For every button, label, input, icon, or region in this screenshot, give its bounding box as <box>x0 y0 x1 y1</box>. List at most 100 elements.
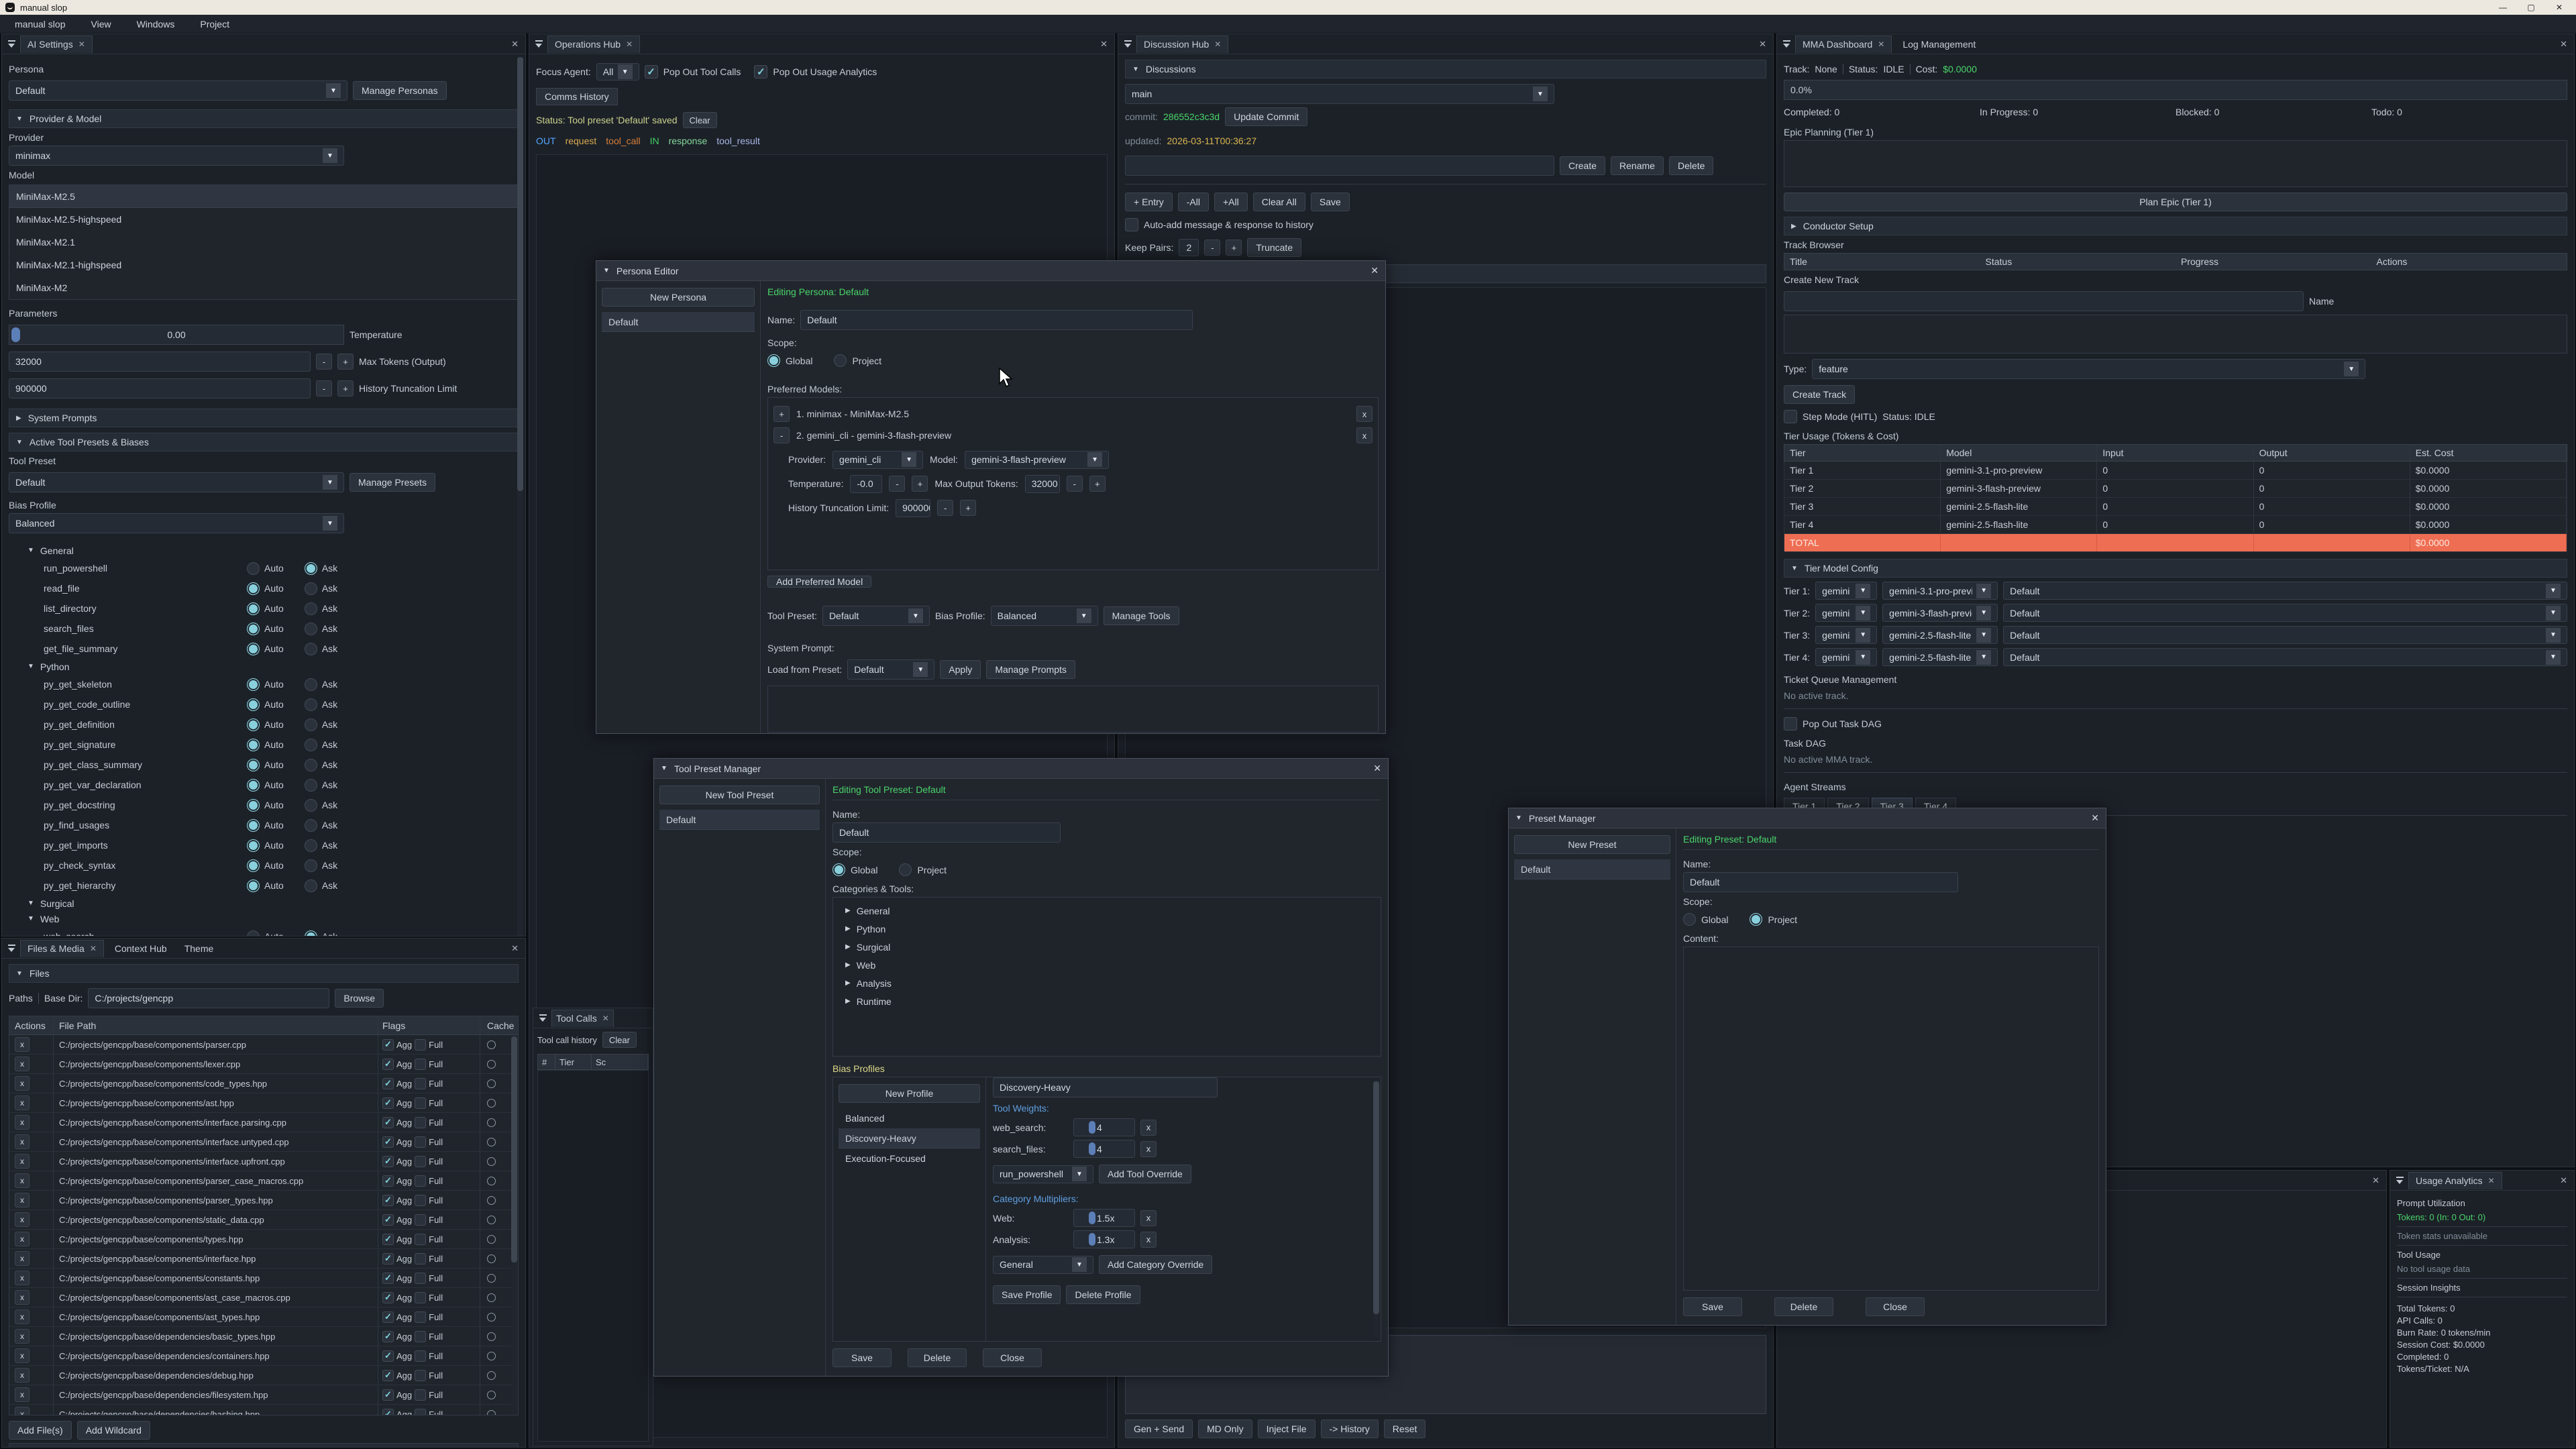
slider-handle[interactable] <box>11 327 20 342</box>
scope-global-radio[interactable] <box>1683 913 1696 926</box>
persona-tool-preset-select[interactable]: Default▼ <box>822 606 930 626</box>
remove-override-button[interactable]: x <box>1140 1210 1157 1226</box>
profile-name-input[interactable]: Discovery-Heavy <box>993 1077 1218 1097</box>
close-panel-icon[interactable]: ✕ <box>1100 39 1108 50</box>
add-preferred-model-button[interactable]: Add Preferred Model <box>767 576 871 588</box>
scrollbar-thumb[interactable] <box>1373 1081 1379 1314</box>
full-checkbox[interactable] <box>415 1273 426 1284</box>
scope-global-radio[interactable] <box>833 863 845 876</box>
tool-auto-radio[interactable] <box>247 759 260 771</box>
tool-auto-radio[interactable] <box>247 739 260 751</box>
keep-pairs-increment-button[interactable]: + <box>1226 239 1242 256</box>
agg-checkbox[interactable] <box>382 1253 394 1265</box>
remove-file-button[interactable]: x <box>15 1115 30 1130</box>
tool-ask-radio[interactable] <box>305 562 317 575</box>
remove-file-button[interactable]: x <box>15 1348 30 1363</box>
tool-group-general[interactable]: ▼General <box>9 543 519 558</box>
slider-handle[interactable] <box>1089 1121 1095 1134</box>
reorder-model-button[interactable]: - <box>773 427 790 443</box>
collapse-panel-icon[interactable] <box>7 944 16 953</box>
tool-auto-radio[interactable] <box>247 678 260 691</box>
scope-project-radio[interactable] <box>834 354 847 367</box>
full-checkbox[interactable] <box>415 1039 426 1051</box>
remove-file-button[interactable]: x <box>15 1309 30 1324</box>
scrollbar-thumb[interactable] <box>517 57 523 491</box>
full-checkbox[interactable] <box>415 1292 426 1303</box>
browse-button[interactable]: Browse <box>335 989 384 1008</box>
tool-ask-radio[interactable] <box>305 799 317 812</box>
full-checkbox[interactable] <box>415 1136 426 1148</box>
category-multiplier-slider[interactable]: 1.5x <box>1073 1209 1135 1227</box>
close-panel-icon[interactable]: ✕ <box>2372 1175 2379 1186</box>
agg-checkbox[interactable] <box>382 1292 394 1303</box>
close-panel-icon[interactable]: ✕ <box>511 943 519 954</box>
scrollbar-thumb[interactable] <box>511 1036 517 1263</box>
full-checkbox[interactable] <box>415 1350 426 1362</box>
tab-mma-dashboard[interactable]: MMA Dashboard✕ <box>1795 36 1892 53</box>
discussion-inject-file-button[interactable]: Inject File <box>1258 1419 1316 1438</box>
base-dir-input[interactable]: C:/projects/gencpp <box>88 988 329 1008</box>
model-list-item[interactable]: MiniMax-M2.5 <box>9 185 518 208</box>
collapse-panel-icon[interactable] <box>2396 1176 2404 1185</box>
agg-checkbox[interactable] <box>382 1078 394 1089</box>
discussion-name-input[interactable] <box>1125 156 1554 176</box>
tool-ask-radio[interactable] <box>305 759 317 771</box>
history-limit-increment-button[interactable]: + <box>337 380 354 396</box>
tab-operations-hub[interactable]: Operations Hub✕ <box>547 36 640 53</box>
history-increment-button[interactable]: + <box>960 500 976 516</box>
close-panel-icon[interactable]: ✕ <box>511 39 519 50</box>
category-python[interactable]: ▶Python <box>839 921 1375 936</box>
max-output-input[interactable]: 32000 <box>1025 475 1060 493</box>
history-limit-decrement-button[interactable]: - <box>316 380 332 396</box>
tier-preset-select[interactable]: Default▼ <box>2003 604 2567 622</box>
tier-preset-select[interactable]: Default▼ <box>2003 582 2567 600</box>
model-name-select[interactable]: gemini-3-flash-preview▼ <box>965 451 1109 469</box>
remove-file-button[interactable]: x <box>15 1387 30 1402</box>
persona-select[interactable]: Default▼ <box>9 80 347 101</box>
full-checkbox[interactable] <box>415 1214 426 1226</box>
remove-model-button[interactable]: x <box>1356 406 1373 422</box>
tool-auto-radio[interactable] <box>247 799 260 812</box>
minimize-icon[interactable]: — <box>2491 3 2514 12</box>
tool-ask-radio[interactable] <box>305 739 317 751</box>
manage-presets-button[interactable]: Manage Presets <box>350 473 435 492</box>
history-all-button[interactable]: -All <box>1178 193 1209 211</box>
maximize-icon[interactable]: ▢ <box>2520 3 2542 12</box>
full-checkbox[interactable] <box>415 1195 426 1206</box>
tool-preset-select[interactable]: Default▼ <box>9 472 344 492</box>
model-temperature-input[interactable]: -0.0 <box>850 475 882 493</box>
scrollbar[interactable] <box>511 1036 517 1413</box>
preset-name-input[interactable]: Default <box>1683 872 1958 892</box>
agg-checkbox[interactable] <box>382 1059 394 1070</box>
tool-auto-radio[interactable] <box>247 562 260 575</box>
tool-group-web[interactable]: ▼Web <box>9 911 519 926</box>
add-files-button[interactable]: Add File(s) <box>9 1421 72 1440</box>
temp-decrement-button[interactable]: - <box>889 476 905 492</box>
tool-ask-radio[interactable] <box>305 718 317 731</box>
tier-provider-select[interactable]: gemini▼ <box>1815 648 1877 666</box>
rename-discussion-button[interactable]: Rename <box>1611 156 1664 175</box>
clear-tool-calls-button[interactable]: Clear <box>602 1032 637 1048</box>
files-section-header[interactable]: ▼ Files <box>9 964 519 983</box>
tool-group-python[interactable]: ▼Python <box>9 659 519 674</box>
remove-file-button[interactable]: x <box>15 1232 30 1246</box>
agg-checkbox[interactable] <box>382 1311 394 1323</box>
tool-group-surgical[interactable]: ▼Surgical <box>9 896 519 911</box>
tool-auto-radio[interactable] <box>247 859 260 872</box>
preset-content-textarea[interactable] <box>1683 947 2099 1291</box>
remove-file-button[interactable]: x <box>15 1251 30 1266</box>
epic-planning-textarea[interactable] <box>1784 140 2567 187</box>
tier-provider-select[interactable]: gemini▼ <box>1815 626 1877 644</box>
close-tab-icon[interactable]: ✕ <box>2488 1176 2495 1185</box>
persona-name-input[interactable]: Default <box>800 310 1193 330</box>
category-multiplier-slider[interactable]: 1.3x <box>1073 1230 1135 1248</box>
persona-editor-titlebar[interactable]: ▼ Persona Editor ✕ <box>596 261 1385 281</box>
remove-file-button[interactable]: x <box>15 1407 30 1415</box>
track-name-input[interactable] <box>1784 291 2304 311</box>
agg-checkbox[interactable] <box>382 1156 394 1167</box>
scope-global-radio[interactable] <box>767 354 780 367</box>
menu-item-project[interactable]: Project <box>200 19 229 30</box>
agg-checkbox[interactable] <box>382 1136 394 1148</box>
add-tool-override-button[interactable]: Add Tool Override <box>1099 1165 1191 1183</box>
model-list-item[interactable]: MiniMax-M2.1-highspeed <box>9 254 518 276</box>
